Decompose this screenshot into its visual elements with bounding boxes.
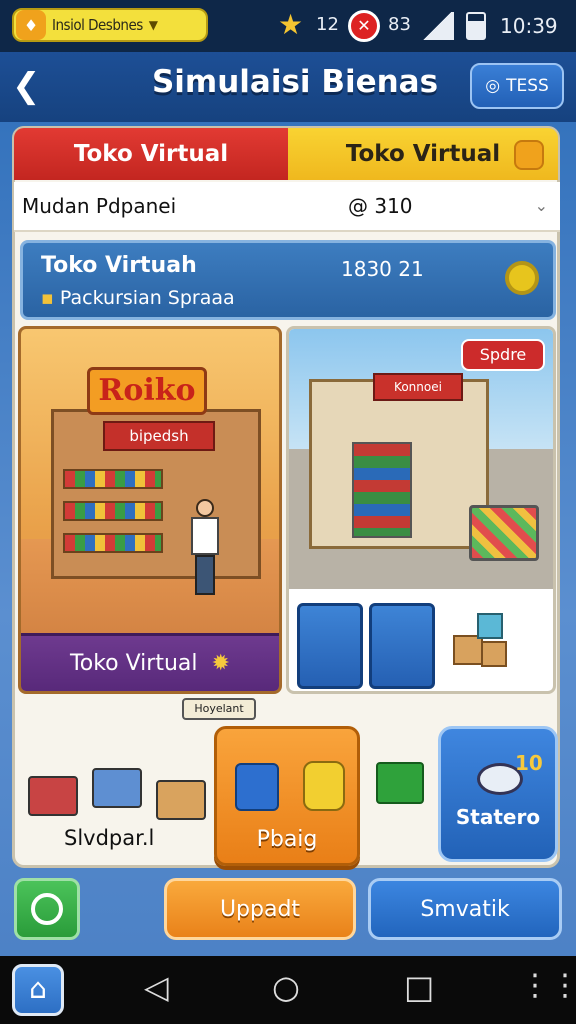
- item-shelf: Slvdpar.l Pbaig 10 Statero: [14, 726, 558, 866]
- sun-gear-icon[interactable]: [505, 261, 539, 295]
- stats-label: Statero: [455, 805, 541, 829]
- notif-count: 12: [316, 14, 339, 35]
- blue-box-icon: [92, 768, 142, 808]
- scene-footer[interactable]: Toko Virtual ✹: [21, 633, 279, 691]
- clock: 10:39: [500, 14, 558, 38]
- shelf-row: [63, 469, 163, 489]
- tab-label: Toko Virtual: [345, 141, 501, 167]
- info-value: 1830 21: [341, 257, 424, 281]
- tab-toko-virtual-2[interactable]: Toko Virtual: [288, 128, 558, 180]
- chevron-down-icon: ⌄: [534, 196, 548, 215]
- red-crate-icon: [28, 776, 78, 816]
- store-banner: bipedsh: [103, 421, 215, 451]
- market-sign: Konnoei: [373, 373, 463, 401]
- package-label: Pbaig: [256, 827, 318, 852]
- info-subtitle-text: Packursian Spraaa: [59, 287, 235, 309]
- green-bin-icon[interactable]: [376, 762, 424, 804]
- stats-badge: 10: [515, 751, 543, 775]
- chevron-down-icon: ▼: [148, 18, 159, 32]
- app-switcher-icon[interactable]: ⋮⋮: [520, 968, 576, 1003]
- shopping-cart-icon: [469, 505, 539, 561]
- status-pill[interactable]: ♦ Insiol Desbnes ▼: [12, 8, 208, 42]
- market-scene-card[interactable]: Konnoei Spdre: [286, 326, 556, 694]
- market-building: [309, 379, 489, 549]
- box-icon: ▪: [41, 287, 60, 309]
- back-arrow-icon[interactable]: ❮: [12, 66, 48, 108]
- tab-toko-virtual-1[interactable]: Toko Virtual: [14, 128, 288, 180]
- home-app-icon[interactable]: ⌂: [12, 964, 64, 1016]
- update-button[interactable]: Uppadt: [164, 878, 356, 940]
- item-slot-tablet[interactable]: [297, 603, 363, 689]
- dropdown-selector[interactable]: Mudan Pdpanei @ 310 ⌄: [14, 182, 560, 232]
- save-button[interactable]: Smvatik: [368, 878, 562, 940]
- item-slot-produce[interactable]: [369, 603, 435, 689]
- star-icon: ★: [278, 8, 304, 41]
- signal-icon: [420, 12, 454, 40]
- page-title: Simulaisi Bienas: [151, 64, 439, 100]
- info-subtitle: ▪ Packursian Spraaa: [41, 287, 235, 309]
- chat-icon: ◎: [485, 76, 501, 96]
- battery-icon: [466, 12, 486, 40]
- register-icon: [235, 763, 279, 811]
- info-card[interactable]: Toko Virtuah 1830 21 ▪ Packursian Spraaa: [20, 240, 556, 320]
- settings-gear-icon[interactable]: [514, 140, 544, 170]
- app-badge-icon: ♦: [16, 10, 46, 40]
- item-sticker: Hoyelant: [182, 698, 256, 720]
- jar-icon: [303, 761, 345, 811]
- header-action-label: TESS: [506, 76, 549, 96]
- boxes-icon: [453, 613, 509, 673]
- signal-text: 83: [388, 14, 411, 35]
- product-boxes[interactable]: [28, 740, 218, 830]
- header-action-button[interactable]: ◎ TESS: [470, 63, 564, 109]
- info-title: Toko Virtuah: [41, 253, 197, 278]
- star-badge-icon: ✹: [211, 651, 230, 676]
- blocked-icon: ✕: [348, 10, 380, 42]
- phone-chat-icon: [31, 893, 63, 925]
- shopkeeper-figure: [191, 499, 219, 599]
- store-scene-card[interactable]: Roiko bipedsh Toko Virtual ✹: [18, 326, 282, 694]
- whatsapp-button[interactable]: [14, 878, 80, 940]
- stats-button[interactable]: 10 Statero: [438, 726, 558, 862]
- shelf-row: [63, 533, 163, 553]
- items-label: Slvdpar.l: [64, 826, 155, 850]
- recents-nav-icon[interactable]: □: [404, 968, 434, 1006]
- status-pill-label: Insiol Desbnes: [52, 16, 143, 34]
- market-tag[interactable]: Spdre: [461, 339, 545, 371]
- store-logo: Roiko: [87, 367, 207, 415]
- home-nav-icon[interactable]: ○: [272, 968, 300, 1006]
- scene-footer-label: Toko Virtual: [70, 651, 198, 676]
- selector-label: Mudan Pdpanei: [22, 194, 177, 218]
- package-button[interactable]: Pbaig: [214, 726, 360, 866]
- cardboard-box-icon: [156, 780, 206, 820]
- shelf-row: [63, 501, 163, 521]
- item-icons-row: [293, 597, 553, 689]
- back-nav-icon[interactable]: ◁: [144, 968, 169, 1006]
- selector-value: @ 310: [348, 194, 413, 218]
